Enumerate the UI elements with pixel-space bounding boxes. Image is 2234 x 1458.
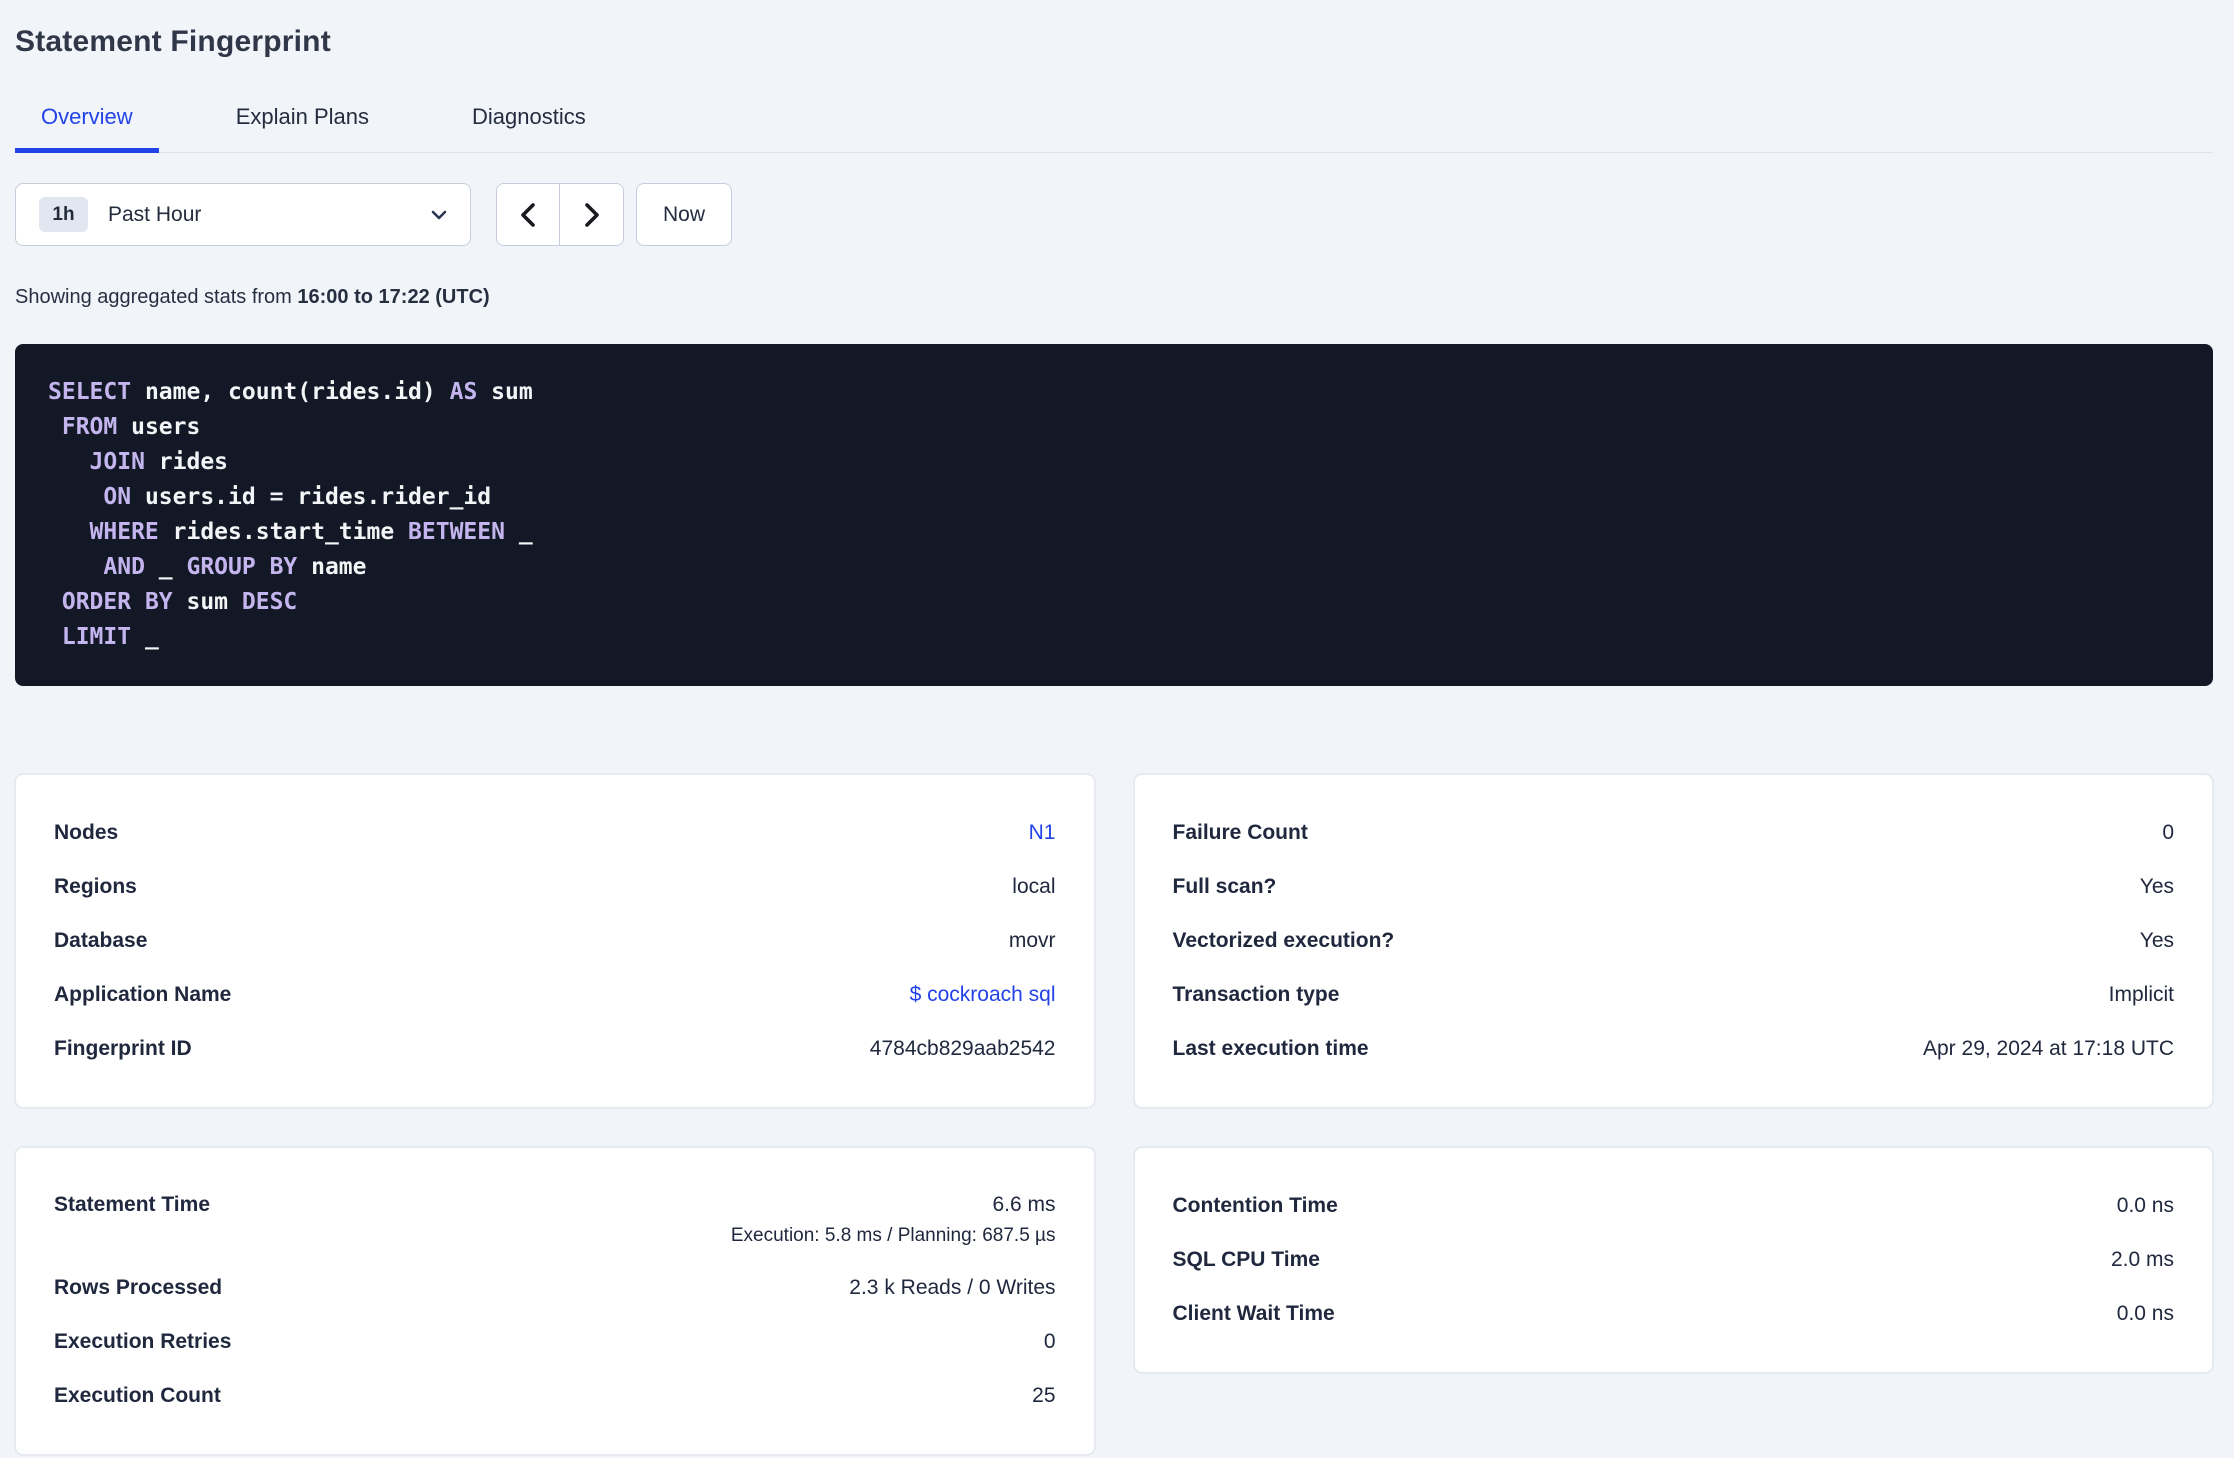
full-scan-value: Yes: [2139, 875, 2174, 898]
statement-time-detail: Execution: 5.8 ms / Planning: 687.5 µs: [730, 1225, 1056, 1246]
stats-line-range: 16:00 to 17:22 (UTC): [297, 286, 490, 308]
failure-count-label: Failure Count: [1172, 821, 1308, 844]
application-name-link[interactable]: $ cockroach sql: [910, 983, 1056, 1006]
client-wait-time-row: Client Wait Time 0.0 ns: [1173, 1287, 2175, 1341]
client-wait-time-label: Client Wait Time: [1172, 1302, 1335, 1325]
application-name-row: Application Name $ cockroach sql: [54, 968, 1056, 1022]
stats-line-prefix: Showing aggregated stats from: [15, 286, 298, 308]
transaction-type-row: Transaction type Implicit: [1173, 968, 2175, 1022]
tab-overview-label: Overview: [41, 104, 133, 129]
regions-row: Regions local: [54, 860, 1056, 914]
contention-time-value: 0.0 ns: [2116, 1194, 2174, 1217]
failure-count-value: 0: [2162, 821, 2174, 844]
nodes-row: Nodes N1: [54, 806, 1056, 860]
aggregated-stats-line: Showing aggregated stats from 16:00 to 1…: [15, 286, 2213, 308]
sql-cpu-time-row: SQL CPU Time 2.0 ms: [1173, 1233, 2175, 1287]
execution-count-row: Execution Count 25: [54, 1369, 1056, 1423]
full-scan-row: Full scan? Yes: [1173, 860, 2175, 914]
execution-retries-row: Execution Retries 0: [54, 1315, 1056, 1369]
sql-statement-code: SELECT name, count(rides.id) AS sum FROM…: [48, 379, 533, 650]
full-scan-label: Full scan?: [1172, 875, 1277, 898]
fingerprint-id-value: 4784cb829aab2542: [869, 1037, 1056, 1060]
statement-time-row: Statement Time 6.6 ms Execution: 5.8 ms …: [54, 1179, 1056, 1261]
summary-cards: Nodes N1 Regions local Database movr App…: [15, 774, 2213, 1455]
contention-time-label: Contention Time: [1172, 1194, 1338, 1217]
time-step-group: [496, 183, 624, 246]
nodes-label: Nodes: [54, 821, 119, 844]
time-range-label: Past Hour: [108, 202, 202, 226]
regions-value: local: [1012, 875, 1056, 898]
tab-overview[interactable]: Overview: [15, 104, 159, 153]
contention-time-row: Contention Time 0.0 ns: [1173, 1179, 2175, 1233]
application-name-label: Application Name: [54, 983, 232, 1006]
tab-diagnostics[interactable]: Diagnostics: [446, 106, 612, 152]
chevron-right-icon: [579, 200, 605, 230]
regions-label: Regions: [54, 875, 137, 898]
execution-attributes-card: Failure Count 0 Full scan? Yes Vectorize…: [1133, 774, 2213, 1108]
rows-processed-value: 2.3 k Reads / 0 Writes: [849, 1276, 1056, 1299]
database-value: movr: [1008, 929, 1056, 952]
sql-statement-box: SELECT name, count(rides.id) AS sum FROM…: [15, 344, 2213, 686]
now-button[interactable]: Now: [636, 183, 732, 246]
tab-bar: Overview Explain Plans Diagnostics: [15, 106, 2213, 153]
execution-count-value: 25: [1032, 1384, 1056, 1407]
tab-explain-plans[interactable]: Explain Plans: [210, 106, 395, 152]
chevron-left-icon: [515, 200, 541, 230]
database-row: Database movr: [54, 914, 1056, 968]
last-execution-time-row: Last execution time Apr 29, 2024 at 17:1…: [1173, 1022, 2175, 1076]
next-time-button[interactable]: [560, 184, 623, 245]
time-controls: 1h Past Hour Now: [15, 183, 2213, 246]
statement-fingerprint-page: Statement Fingerprint Overview Explain P…: [0, 22, 2234, 1455]
wait-time-card: Contention Time 0.0 ns SQL CPU Time 2.0 …: [1133, 1147, 2213, 1373]
prev-time-button[interactable]: [497, 184, 560, 245]
time-range-dropdown[interactable]: 1h Past Hour: [15, 183, 471, 246]
statement-time-value: 6.6 ms: [992, 1193, 1056, 1216]
page-title: Statement Fingerprint: [15, 25, 331, 58]
transaction-type-label: Transaction type: [1172, 983, 1340, 1006]
failure-count-row: Failure Count 0: [1173, 806, 2175, 860]
execution-retries-label: Execution Retries: [54, 1330, 232, 1353]
vectorized-execution-label: Vectorized execution?: [1172, 929, 1395, 952]
vectorized-execution-value: Yes: [2139, 929, 2174, 952]
execution-count-label: Execution Count: [54, 1384, 221, 1407]
fingerprint-id-row: Fingerprint ID 4784cb829aab2542: [54, 1022, 1056, 1076]
last-execution-time-value: Apr 29, 2024 at 17:18 UTC: [1923, 1037, 2174, 1060]
last-execution-time-label: Last execution time: [1172, 1037, 1369, 1060]
tab-diagnostics-label: Diagnostics: [472, 104, 586, 129]
chevron-down-icon: [428, 204, 450, 226]
sql-cpu-time-value: 2.0 ms: [2110, 1248, 2174, 1271]
execution-retries-value: 0: [1043, 1330, 1056, 1353]
sql-cpu-time-label: SQL CPU Time: [1172, 1248, 1320, 1271]
nodes-link[interactable]: N1: [1029, 821, 1056, 844]
client-wait-time-value: 0.0 ns: [2116, 1302, 2174, 1325]
rows-processed-row: Rows Processed 2.3 k Reads / 0 Writes: [54, 1261, 1056, 1315]
statement-time-label: Statement Time: [54, 1193, 210, 1216]
transaction-type-value: Implicit: [2108, 983, 2174, 1006]
fingerprint-id-label: Fingerprint ID: [54, 1037, 192, 1060]
vectorized-execution-row: Vectorized execution? Yes: [1173, 914, 2175, 968]
statement-timing-card: Statement Time 6.6 ms Execution: 5.8 ms …: [15, 1147, 1095, 1455]
statement-details-card: Nodes N1 Regions local Database movr App…: [15, 774, 1095, 1108]
time-range-badge: 1h: [39, 197, 88, 232]
database-label: Database: [54, 929, 148, 952]
rows-processed-label: Rows Processed: [54, 1276, 223, 1299]
tab-explain-plans-label: Explain Plans: [235, 104, 369, 129]
